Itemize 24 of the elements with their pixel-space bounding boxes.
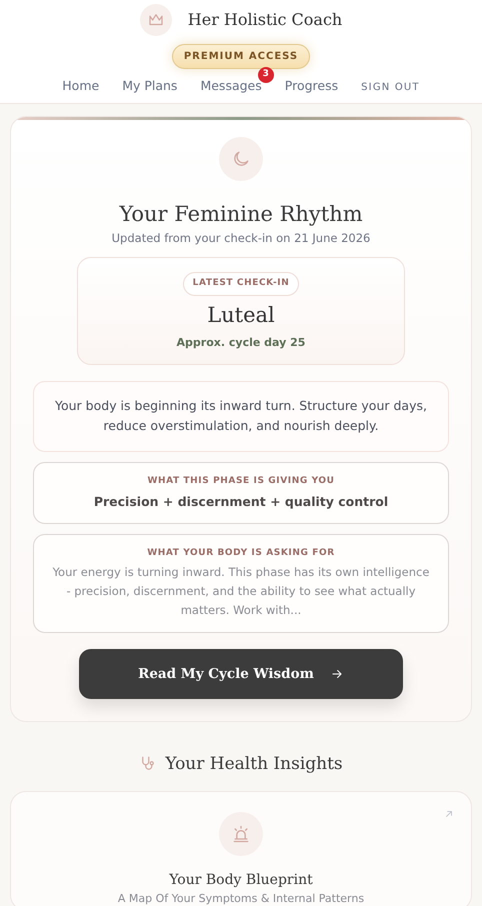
insight-subtitle: A Map Of Your Symptoms & Internal Patterns [116,891,366,906]
phase-name: Luteal [206,302,276,329]
panel-text: Your energy is turning inward. This phase has its own intelligence - precision, discernment, and the ability to see what actually matters. Work with... [52,564,430,619]
section-title: Your Health Insights [165,752,343,776]
panel-label: WHAT THIS PHASE IS GIVING YOU [146,475,336,488]
checkin-tag: LATEST CHECK-IN [182,272,300,296]
insight-card[interactable]: Your Body Blueprint A Map Of Your Symptoms & Internal Patterns [10,791,472,906]
nav-link[interactable]: Home [62,78,100,93]
notification-badge: 3 [258,67,274,83]
nav-link[interactable]: Progress [284,78,338,93]
siren-icon [231,824,251,844]
card-subtitle: Updated from your check-in on 21 June 2026 [110,230,372,247]
read-wisdom-button[interactable]: Read My Cycle Wisdom [79,648,403,699]
premium-badge: PREMIUM ACCESS [172,44,310,69]
nav-link[interactable]: My Plans [122,78,178,93]
cycle-day: Approx. cycle day 25 [86,335,396,352]
sign-out-link[interactable]: SIGN OUT [361,82,420,93]
card-title: Your Feminine Rhythm [118,200,364,228]
brand-name[interactable]: Her Holistic Coach [188,8,342,32]
insight-title: Your Body Blueprint [168,871,314,890]
moon-icon [231,148,251,168]
panel-text: Precision + discernment + quality control [92,492,390,511]
panel-label: WHAT YOUR BODY IS ASKING FOR [146,547,336,560]
phase-message: Your body is beginning its inward turn. Structure your days, reduce overstimulation, and nourish deeply. [33,380,449,452]
